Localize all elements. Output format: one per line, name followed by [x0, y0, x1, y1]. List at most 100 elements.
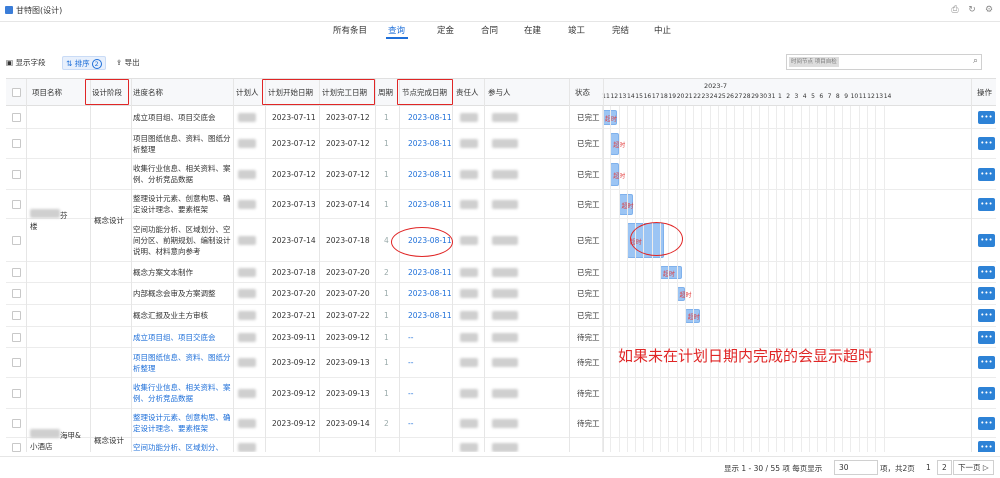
row-action-button[interactable]: ••• — [978, 309, 995, 322]
redacted-text — [492, 443, 518, 452]
task-name[interactable]: 整理设计元素、创意构思、确定设计理念、要素框架 — [133, 409, 231, 437]
row-checkbox[interactable] — [12, 112, 21, 122]
refresh-icon[interactable]: ↻ — [966, 4, 978, 16]
table-row[interactable]: 收集行业信息、相关资料、案例、分析竞品数据 2023-09-12 2023-09… — [6, 378, 996, 409]
task-name[interactable]: 收集行业信息、相关资料、案例、分析竞品数据 — [133, 378, 231, 408]
col-owner[interactable]: 责任人 — [456, 79, 479, 106]
row-action-button[interactable]: ••• — [978, 330, 995, 344]
search-input[interactable]: 时间节点 项目自检 ⌕ — [786, 54, 982, 70]
col-status[interactable]: 状态 — [575, 79, 590, 106]
page-1-link[interactable]: 1 — [926, 463, 931, 472]
task-name[interactable]: 内部概念会审及方案调整 — [133, 283, 231, 304]
node-date[interactable]: 2023-08-11 — [408, 190, 452, 218]
tab-all[interactable]: 所有条目 — [333, 24, 367, 36]
row-action-button[interactable]: ••• — [978, 137, 995, 150]
node-date[interactable]: -- — [408, 348, 413, 377]
gantt-day-label: 26 — [726, 93, 734, 100]
page-size-select[interactable]: 30 — [834, 460, 878, 475]
tab-suspended[interactable]: 中止 — [654, 24, 671, 36]
sort-button[interactable]: ⇅ 排序 2 — [62, 56, 106, 70]
row-checkbox[interactable] — [12, 169, 21, 179]
node-date[interactable]: 2023-08-11 — [408, 283, 452, 304]
table-row[interactable]: 空间功能分析、区域划分、空间分区、前期规划、编制设计说明、材料意向参考 2023… — [6, 219, 996, 262]
col-period[interactable]: 周期 — [378, 79, 393, 106]
column-divider — [90, 79, 91, 452]
row-checkbox[interactable] — [12, 267, 21, 277]
table-row[interactable]: 概念汇报及业主方审核 2023-07-21 2023-07-22 1 2023-… — [6, 305, 996, 327]
node-date[interactable]: 2023-08-11 — [408, 159, 452, 189]
row-action-button[interactable]: ••• — [978, 197, 995, 211]
col-plan-end[interactable]: 计划完工日期 — [322, 79, 367, 106]
table-row[interactable]: 整理设计元素、创意构思、确定设计理念、要素框架 2023-07-13 2023-… — [6, 190, 996, 219]
table-row[interactable]: 项目图纸信息、资料、图纸分析整理 2023-07-12 2023-07-12 1… — [6, 129, 996, 159]
task-name[interactable]: 收集行业信息、相关资料、案例、分析竞品数据 — [133, 159, 231, 189]
col-plan-start[interactable]: 计划开始日期 — [268, 79, 313, 106]
col-node-date[interactable]: 节点完成日期 — [402, 79, 447, 106]
tab-query[interactable]: 查询 — [388, 24, 405, 36]
row-action-button[interactable]: ••• — [978, 356, 995, 369]
table-row[interactable]: 空间功能分析、区域划分、 ••• — [6, 438, 996, 452]
row-action-button[interactable]: ••• — [978, 441, 995, 452]
page-2-button[interactable]: 2 — [937, 460, 952, 475]
row-action-button[interactable]: ••• — [978, 233, 995, 247]
tab-closed[interactable]: 完结 — [612, 24, 629, 36]
table-row[interactable]: 收集行业信息、相关资料、案例、分析竞品数据 2023-07-12 2023-07… — [6, 159, 996, 190]
tab-completed[interactable]: 竣工 — [568, 24, 585, 36]
row-checkbox[interactable] — [12, 139, 21, 148]
column-divider — [131, 79, 132, 452]
row-action-button[interactable]: ••• — [978, 265, 995, 279]
row-action-button[interactable]: ••• — [978, 416, 995, 430]
task-name[interactable]: 成立项目组、项目交底会 — [133, 327, 231, 347]
tab-contract[interactable]: 合同 — [481, 24, 498, 36]
col-task[interactable]: 进度名称 — [133, 79, 163, 106]
col-project[interactable]: 项目名称 — [32, 79, 62, 106]
search-filter-chip[interactable]: 时间节点 项目自检 — [789, 57, 839, 67]
export-button[interactable]: ⇪ 导出 — [116, 56, 140, 70]
task-name[interactable]: 整理设计元素、创意构思、确定设计理念、要素框架 — [133, 190, 231, 218]
row-checkbox[interactable] — [12, 235, 21, 245]
row-checkbox[interactable] — [12, 289, 21, 298]
node-date[interactable]: 2023-08-11 — [408, 305, 452, 326]
table-row[interactable]: 概念方案文本制作 2023-07-18 2023-07-20 2 2023-08… — [6, 262, 996, 283]
table-row[interactable]: 整理设计元素、创意构思、确定设计理念、要素框架 2023-09-12 2023-… — [6, 409, 996, 438]
row-checkbox[interactable] — [12, 199, 21, 209]
node-date[interactable]: -- — [408, 327, 413, 347]
table-row[interactable]: 内部概念会审及方案调整 2023-07-20 2023-07-20 1 2023… — [6, 283, 996, 305]
task-name[interactable]: 项目图纸信息、资料、图纸分析整理 — [133, 348, 231, 377]
task-name[interactable]: 概念汇报及业主方审核 — [133, 305, 231, 326]
task-name[interactable]: 空间功能分析、区域划分、 — [133, 438, 231, 452]
node-date[interactable]: 2023-08-11 — [408, 219, 452, 261]
row-checkbox[interactable] — [12, 443, 21, 452]
next-page-button[interactable]: 下一页 ▷ — [953, 460, 994, 475]
row-action-button[interactable]: ••• — [978, 287, 995, 300]
row-checkbox[interactable] — [12, 358, 21, 367]
row-action-button[interactable]: ••• — [978, 110, 995, 124]
tab-in-progress[interactable]: 在建 — [524, 24, 541, 36]
row-checkbox[interactable] — [12, 311, 21, 320]
task-name[interactable]: 空间功能分析、区域划分、空间分区、前期规划、编制设计说明、材料意向参考 — [133, 219, 231, 261]
select-all-checkbox[interactable] — [12, 88, 21, 97]
task-name[interactable]: 项目图纸信息、资料、图纸分析整理 — [133, 129, 231, 158]
col-participants[interactable]: 参与人 — [488, 79, 511, 106]
node-date[interactable]: -- — [408, 378, 413, 408]
node-date[interactable]: 2023-08-11 — [408, 106, 452, 128]
task-name[interactable]: 概念方案文本制作 — [133, 262, 231, 282]
search-icon[interactable]: ⌕ — [973, 56, 978, 66]
display-fields-button[interactable]: ▣ 显示字段 — [6, 56, 45, 70]
col-stage[interactable]: 设计阶段 — [92, 79, 122, 106]
node-date[interactable]: -- — [408, 409, 413, 437]
task-name[interactable]: 成立项目组、项目交底会 — [133, 106, 231, 128]
row-action-button[interactable]: ••• — [978, 386, 995, 400]
table-row[interactable]: 成立项目组、项目交底会 2023-07-11 2023-07-12 1 2023… — [6, 106, 996, 129]
row-checkbox[interactable] — [12, 388, 21, 398]
node-date[interactable]: 2023-08-11 — [408, 262, 452, 282]
node-date[interactable]: 2023-08-11 — [408, 129, 452, 158]
settings-icon[interactable]: ⚙ — [983, 4, 995, 16]
row-checkbox[interactable] — [12, 418, 21, 428]
tab-deposit[interactable]: 定金 — [437, 24, 454, 36]
gantt-month: 2023-7 — [704, 82, 728, 90]
col-planner[interactable]: 计划人 — [236, 79, 259, 106]
print-icon[interactable]: ⎙ — [949, 4, 961, 16]
row-action-button[interactable]: ••• — [978, 167, 995, 181]
row-checkbox[interactable] — [12, 332, 21, 342]
